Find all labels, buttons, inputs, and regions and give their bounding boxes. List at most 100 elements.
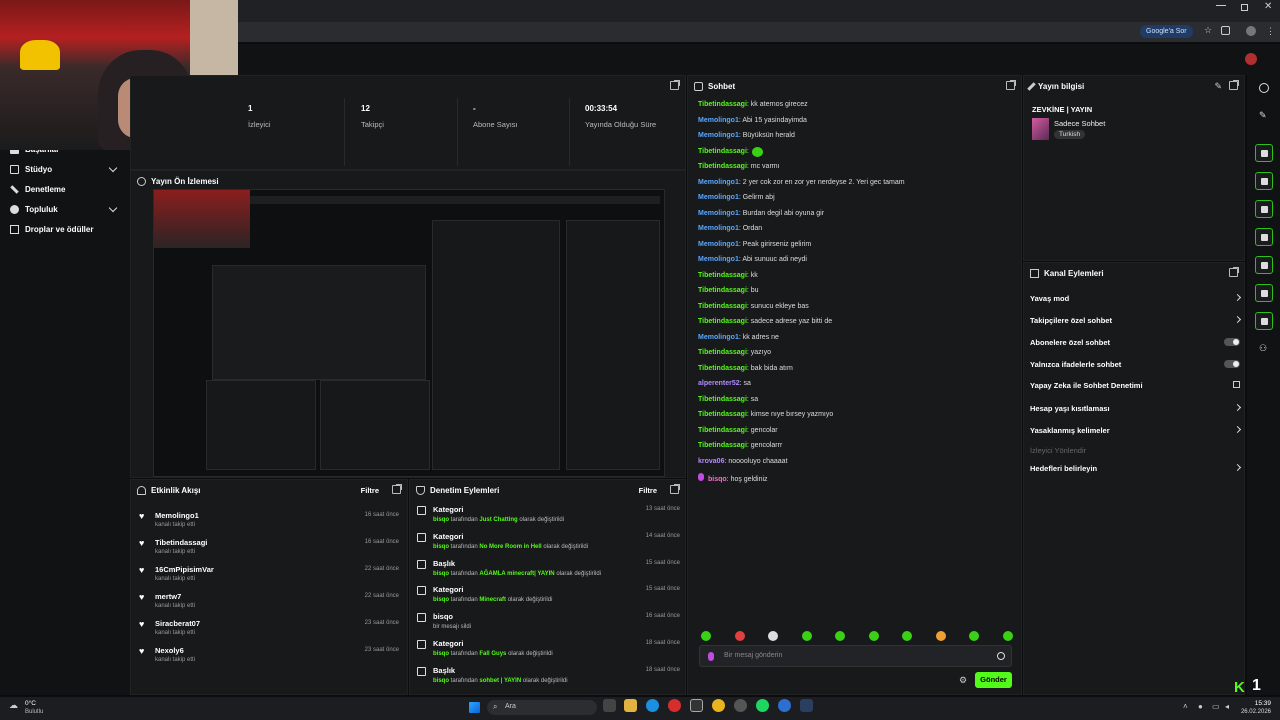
settings-gear-icon[interactable]: ⚙ xyxy=(959,675,967,686)
rail-button-3[interactable] xyxy=(1255,200,1273,218)
emote-button[interactable] xyxy=(935,631,946,641)
app-icon[interactable] xyxy=(690,699,703,712)
popout-icon[interactable] xyxy=(1006,80,1016,90)
github-icon[interactable] xyxy=(734,699,747,712)
chat-username[interactable]: Memolingo1 xyxy=(698,210,739,217)
info-icon[interactable] xyxy=(1259,83,1269,93)
close-icon[interactable]: ✕ xyxy=(1264,1,1272,12)
user-avatar[interactable] xyxy=(1245,53,1257,65)
extensions-icon[interactable] xyxy=(1221,26,1230,35)
chat-username[interactable]: Tibetindassagi xyxy=(698,318,747,325)
popout-icon[interactable] xyxy=(392,484,402,494)
rail-button-1[interactable] xyxy=(1255,144,1273,162)
share-icon[interactable]: ⚇ xyxy=(1259,343,1267,354)
chat-username[interactable]: Tibetindassagi xyxy=(698,442,747,449)
chat-username[interactable]: Memolingo1 xyxy=(698,225,739,232)
chrome-icon[interactable] xyxy=(712,699,725,712)
popout-icon[interactable] xyxy=(1229,80,1239,90)
chat-username[interactable]: Tibetindassagi xyxy=(698,163,747,170)
chat-username[interactable]: Tibetindassagi xyxy=(698,148,747,155)
event-icon xyxy=(417,640,426,649)
file-explorer-icon[interactable] xyxy=(624,699,637,712)
chat-username[interactable]: Tibetindassagi xyxy=(698,365,747,372)
chat-username[interactable]: Tibetindassagi xyxy=(698,101,747,108)
nav-drops[interactable]: Droplar ve ödüller xyxy=(10,225,93,234)
minimize-icon[interactable] xyxy=(1216,5,1226,6)
network-icon[interactable]: ▭ xyxy=(1212,702,1220,711)
profile-avatar[interactable] xyxy=(1246,26,1256,36)
chat-username[interactable]: Tibetindassagi xyxy=(698,349,747,356)
channel-action-item[interactable]: Hesap yaşı kısıtlaması xyxy=(1030,398,1242,418)
emote-button[interactable] xyxy=(801,631,812,641)
edit-rail-icon[interactable]: ✎ xyxy=(1259,110,1267,121)
send-button[interactable]: Gönder xyxy=(975,672,1012,688)
popout-icon[interactable] xyxy=(670,80,680,90)
emote-button[interactable] xyxy=(868,631,879,641)
activity-filter-button[interactable]: Filtre xyxy=(361,486,379,495)
emote-button[interactable] xyxy=(902,631,912,641)
emote-button[interactable] xyxy=(1002,631,1013,641)
opera-icon[interactable] xyxy=(668,699,681,712)
maximize-icon[interactable] xyxy=(1241,4,1248,11)
taskbar-search[interactable]: ⌕ Ara xyxy=(487,700,597,715)
chat-username[interactable]: Memolingo1 xyxy=(698,194,739,201)
rail-button-5[interactable] xyxy=(1255,256,1273,274)
chat-username[interactable]: Memolingo1 xyxy=(698,334,739,341)
nav-studio[interactable]: Stüdyo xyxy=(10,163,128,174)
steam-icon[interactable] xyxy=(800,699,813,712)
channel-action-item[interactable]: Yavaş mod xyxy=(1030,288,1242,308)
chat-username[interactable]: alperenter52 xyxy=(698,380,740,387)
chat-username[interactable]: krova06 xyxy=(698,458,724,465)
toggle-switch[interactable] xyxy=(1224,360,1240,368)
chat-username[interactable]: Memolingo1 xyxy=(698,132,739,139)
volume-icon[interactable]: ◂ xyxy=(1225,702,1229,711)
chat-username[interactable]: Tibetindassagi xyxy=(698,303,747,310)
channel-action-item[interactable]: Yalnızca ifadelerle sohbet xyxy=(1030,354,1240,374)
rail-button-4[interactable] xyxy=(1255,228,1273,246)
microphone-icon[interactable]: ● xyxy=(1198,702,1203,711)
chat-username[interactable]: Memolingo1 xyxy=(698,117,739,124)
chat-username[interactable]: Memolingo1 xyxy=(698,179,739,186)
emote-button[interactable] xyxy=(768,631,778,641)
popout-icon[interactable] xyxy=(1229,267,1239,277)
channel-action-item[interactable]: Yasaklanmış kelimeler xyxy=(1030,420,1242,440)
rail-button-2[interactable] xyxy=(1255,172,1273,190)
star-icon[interactable]: ☆ xyxy=(1204,25,1212,36)
moderation-filter-button[interactable]: Filtre xyxy=(639,486,657,495)
pencil-icon[interactable]: ✎ xyxy=(1214,81,1222,92)
chat-username[interactable]: Tibetindassagi xyxy=(698,272,747,279)
edge-icon[interactable] xyxy=(646,699,659,712)
chat-username[interactable]: Memolingo1 xyxy=(698,256,739,263)
rail-button-7[interactable] xyxy=(1255,312,1273,330)
windows-start-icon[interactable] xyxy=(469,702,480,713)
chat-username[interactable]: Tibetindassagi xyxy=(698,287,747,294)
tray-chevron-icon[interactable]: ˄ xyxy=(1183,702,1188,711)
rail-button-6[interactable] xyxy=(1255,284,1273,302)
menu-icon[interactable]: ⋮ xyxy=(1266,26,1275,37)
nav-community[interactable]: Topluluk xyxy=(10,203,128,214)
chat-username[interactable]: Tibetindassagi xyxy=(698,396,747,403)
chat-username[interactable]: Tibetindassagi xyxy=(698,411,747,418)
chat-username[interactable]: bisqo xyxy=(708,476,727,483)
emote-button[interactable] xyxy=(734,631,745,641)
emote-button[interactable] xyxy=(835,631,845,641)
channel-action-item[interactable]: İzleyici Yönlendir xyxy=(1030,440,1240,460)
task-view-icon[interactable] xyxy=(603,699,616,712)
channel-action-item[interactable]: Abonelere özel sohbet xyxy=(1030,332,1240,352)
nav-moderation[interactable]: Denetleme xyxy=(10,185,65,194)
chat-username[interactable]: Memolingo1 xyxy=(698,241,739,248)
emote-button[interactable] xyxy=(701,631,711,641)
channel-action-item[interactable]: Takipçilere özel sohbet xyxy=(1030,310,1242,330)
emote-button[interactable] xyxy=(969,631,979,641)
channel-action-item[interactable]: Hedefleri belirleyin xyxy=(1030,458,1242,478)
chrome-active-icon[interactable] xyxy=(778,699,791,712)
preview-video[interactable] xyxy=(153,189,665,477)
chat-username[interactable]: Tibetindassagi xyxy=(698,427,747,434)
toggle-switch[interactable] xyxy=(1224,338,1240,346)
popout-icon[interactable] xyxy=(670,484,680,494)
spotify-icon[interactable] xyxy=(756,699,769,712)
chat-input[interactable]: Bir mesaj gönderin xyxy=(699,645,1012,667)
channel-action-item[interactable]: Yapay Zeka ile Sohbet Denetimi xyxy=(1030,375,1240,395)
emoji-icon[interactable] xyxy=(997,652,1005,660)
google-ask-button[interactable]: Google'a Sor xyxy=(1140,25,1193,38)
